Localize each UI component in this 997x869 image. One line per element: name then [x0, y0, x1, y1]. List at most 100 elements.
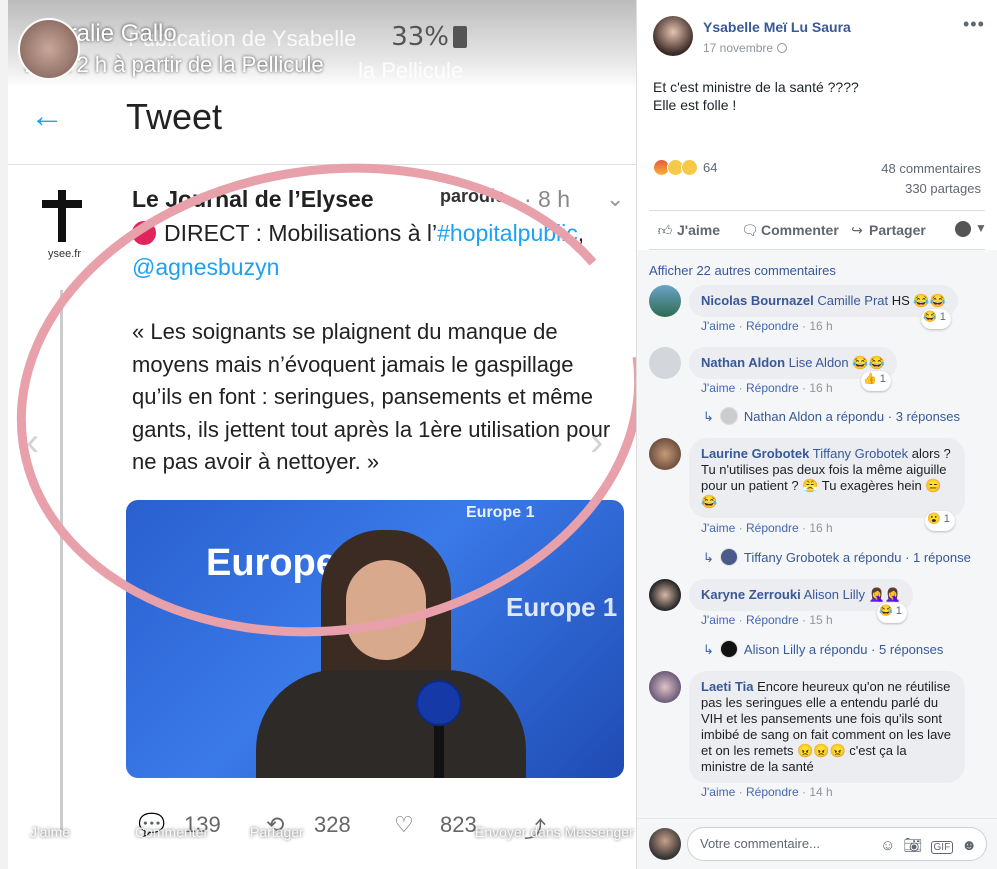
tagged-user[interactable]: Lise Aldon: [789, 355, 849, 370]
reaction-emoji: 😂: [879, 605, 893, 617]
comment-like-link[interactable]: J'aime: [701, 613, 735, 627]
comment-meta: J'aime · Répondre · 15 h: [701, 613, 833, 627]
gif-icon[interactable]: GIF: [930, 841, 954, 854]
globe-icon: [777, 43, 788, 53]
haha-reaction-icon: [681, 159, 698, 177]
comment-meta: J'aime · Répondre · 14 h: [701, 785, 833, 799]
comment-text: 😂: [701, 494, 718, 509]
overlay-share-button[interactable]: Partager: [250, 824, 304, 840]
replier-avatar: [719, 548, 738, 566]
photo-owner-avatar[interactable]: [18, 18, 80, 80]
comment-time[interactable]: 16 h: [809, 319, 832, 333]
overlay-messenger-button[interactable]: Envoyer dans Messenger: [475, 824, 634, 840]
like-button[interactable]: 👍︎ J'aime: [657, 222, 720, 239]
post-panel: Ysabelle Meï Lu Saura 17 novembre ••• Et…: [637, 0, 997, 869]
phone-status-bar: Publication de Ysabelle la Pellicule 33%…: [8, 0, 636, 88]
tagged-user[interactable]: Tiffany Grobotek: [813, 446, 908, 461]
commenter-avatar[interactable]: [649, 671, 681, 703]
replies-count: 3 réponses: [895, 409, 961, 424]
post-author-name[interactable]: Ysabelle Meï Lu Saura: [703, 19, 851, 35]
divider: [8, 164, 636, 165]
tweet-screen-title: Tweet: [126, 96, 223, 137]
comment-meta: J'aime · Répondre · 16 h: [701, 381, 833, 395]
post-text: Et c'est ministre de la santé ???? Elle …: [653, 78, 859, 114]
comment-reply-link[interactable]: Répondre: [746, 319, 799, 333]
post-as-avatar[interactable]: [955, 221, 971, 237]
view-replies-link[interactable]: ↳ Tiffany Grobotek a répondu · 1 réponse: [703, 548, 971, 566]
reaction-count: 64: [703, 160, 718, 176]
reactions-summary[interactable]: 64: [653, 159, 717, 179]
next-photo-icon[interactable]: ›: [590, 420, 603, 465]
overlay-comment-button[interactable]: Commenter: [135, 824, 208, 840]
comment-reactions[interactable]: 😂 1: [921, 309, 951, 329]
comment-text: ministre de la santé: [701, 759, 814, 774]
comment-text: Tu n'utilises pas deux fois la même aigu…: [701, 462, 947, 477]
comment-reply-link[interactable]: Répondre: [746, 785, 799, 799]
comment-time[interactable]: 16 h: [809, 521, 832, 535]
comment-text: imbibé de sang on fait comment on les la…: [701, 727, 952, 742]
emoji-icon[interactable]: ☺: [880, 837, 895, 854]
commenter-name[interactable]: Karyne Zerrouki: [701, 587, 801, 602]
view-replies-link[interactable]: ↳ Alison Lilly a répondu · 5 réponses: [703, 640, 943, 658]
tweet-headline: DIRECT : Mobilisations à l’#hopitalpubli…: [132, 220, 584, 247]
author-avatar[interactable]: [653, 16, 693, 56]
reaction-emoji: 😂: [923, 311, 937, 323]
sticker-icon[interactable]: ☻: [961, 837, 977, 854]
comment-like-link[interactable]: J'aime: [701, 381, 735, 395]
tweet-photo: Europe 1 Europe 1 Europe 1: [126, 500, 624, 778]
comment-meta: J'aime · Répondre · 16 h: [701, 521, 833, 535]
share-arrow-icon: ↪: [851, 222, 863, 238]
post-text-line: Elle est folle !: [653, 97, 737, 113]
battery-icon: [453, 26, 467, 48]
battery-percent: 33%: [391, 22, 449, 52]
comment-composer: Votre commentaire... ☺ 📷︎ GIF ☻: [637, 818, 997, 869]
commenter-avatar[interactable]: [649, 579, 681, 611]
comment-like-link[interactable]: J'aime: [701, 785, 735, 799]
commenter-avatar[interactable]: [649, 438, 681, 470]
reaction-count: 1: [943, 513, 950, 525]
comment-bubble: Nicolas Bournazel Camille Prat HS 😂😂: [689, 285, 958, 317]
comment-text: pour un patient ? 😤 Tu exagères hein 😑: [701, 478, 942, 493]
commenter-name[interactable]: Laurine Grobotek: [701, 446, 809, 461]
comment-time[interactable]: 14 h: [809, 785, 832, 799]
comment-like-link[interactable]: J'aime: [701, 319, 735, 333]
comment-reactions[interactable]: 👍 1: [861, 371, 891, 391]
show-more-comments-link[interactable]: Afficher 22 autres commentaires: [649, 263, 836, 278]
commenter-name[interactable]: Laeti Tia: [701, 679, 754, 694]
share-button[interactable]: ↪ Partager: [849, 222, 926, 239]
comment-reply-link[interactable]: Répondre: [746, 613, 799, 627]
more-options-button[interactable]: •••: [963, 14, 985, 35]
post-date[interactable]: 17 novembre: [703, 41, 788, 55]
comment-text: pas les seringues elle a entendu parlé d…: [701, 695, 939, 710]
camera-icon[interactable]: 📷︎: [903, 837, 922, 854]
image-logo-text: Europe 1: [466, 504, 535, 521]
commenter-avatar[interactable]: [649, 347, 681, 379]
comment-reply-link[interactable]: Répondre: [746, 381, 799, 395]
comment-text: et on les remets 😠😠😠 c'est ça la: [701, 743, 907, 758]
comment-icon: 🗨︎: [741, 222, 759, 238]
tagged-user[interactable]: Camille Prat: [817, 293, 888, 308]
comment-like-link[interactable]: J'aime: [701, 521, 735, 535]
view-replies-link[interactable]: ↳ Nathan Aldon a répondu · 3 réponses: [703, 407, 960, 425]
tweet-time: · 8 h: [524, 186, 571, 212]
comment-time[interactable]: 15 h: [809, 613, 832, 627]
replier-avatar: [719, 640, 738, 658]
tweet-screenshot: Publication de Ysabelle la Pellicule 33%…: [8, 0, 636, 869]
commenter-avatar[interactable]: [649, 285, 681, 317]
commenter-name[interactable]: Nicolas Bournazel: [701, 293, 814, 308]
previous-photo-icon[interactable]: ‹: [26, 420, 39, 465]
replier-text: Nathan Aldon a répondu: [743, 409, 885, 424]
overlay-like-button[interactable]: J'aime: [30, 824, 70, 840]
tagged-user[interactable]: Alison Lilly: [804, 587, 865, 602]
comments-count[interactable]: 48 commentaires: [881, 161, 981, 176]
comment-text: alors ?: [911, 446, 951, 461]
comment-reply-link[interactable]: Répondre: [746, 521, 799, 535]
shares-count[interactable]: 330 partages: [905, 181, 981, 196]
comment-button[interactable]: 🗨︎ Commenter: [741, 222, 839, 239]
comment-reactions[interactable]: 😮 1: [925, 511, 955, 531]
photo-viewer[interactable]: Publication de Ysabelle la Pellicule 33%…: [0, 0, 637, 869]
commenter-name[interactable]: Nathan Aldon: [701, 355, 785, 370]
comment-time[interactable]: 16 h: [809, 381, 832, 395]
comment-reactions[interactable]: 😂 1: [877, 603, 907, 623]
caret-down-icon[interactable]: ▼: [975, 221, 987, 235]
